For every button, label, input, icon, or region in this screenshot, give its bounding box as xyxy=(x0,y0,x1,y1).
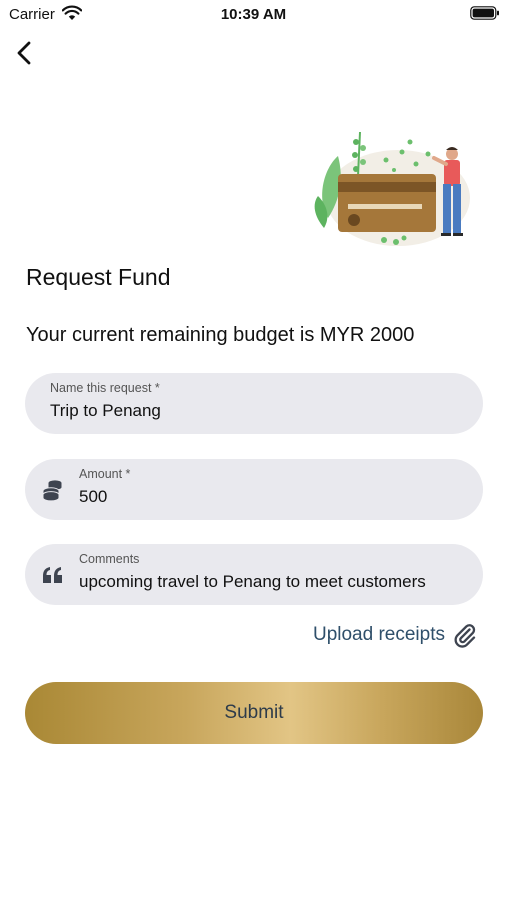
clock: 10:39 AM xyxy=(220,6,287,23)
upload-receipts-link[interactable]: Upload receipts xyxy=(313,622,477,648)
wallet-illustration xyxy=(314,131,470,246)
paperclip-icon xyxy=(454,624,476,648)
back-button[interactable] xyxy=(12,38,38,68)
upload-receipts-label: Upload receipts xyxy=(312,624,445,645)
quote-icon xyxy=(43,567,62,583)
comments-label: Comments xyxy=(79,552,140,566)
request-name-value[interactable]: Trip to Penang xyxy=(50,401,161,421)
status-bar: Carrier 10:39 AM xyxy=(0,0,507,28)
submit-label: Submit xyxy=(224,702,284,723)
comments-value[interactable]: upcoming travel to Penang to meet custom… xyxy=(79,572,426,592)
amount-field[interactable]: Amount * 500 xyxy=(25,459,483,520)
battery-icon xyxy=(470,6,499,20)
submit-button[interactable]: Submit xyxy=(25,682,483,744)
amount-label: Amount * xyxy=(79,467,131,481)
request-name-field[interactable]: Name this request * Trip to Penang xyxy=(25,373,483,434)
amount-value[interactable]: 500 xyxy=(79,487,107,507)
chevron-left-icon xyxy=(17,41,31,65)
budget-text: Your current remaining budget is MYR 200… xyxy=(26,324,415,346)
request-name-label: Name this request * xyxy=(50,381,160,395)
comments-field[interactable]: Comments upcoming travel to Penang to me… xyxy=(25,544,483,605)
coins-icon xyxy=(43,480,62,501)
page-title: Request Fund xyxy=(26,264,171,290)
